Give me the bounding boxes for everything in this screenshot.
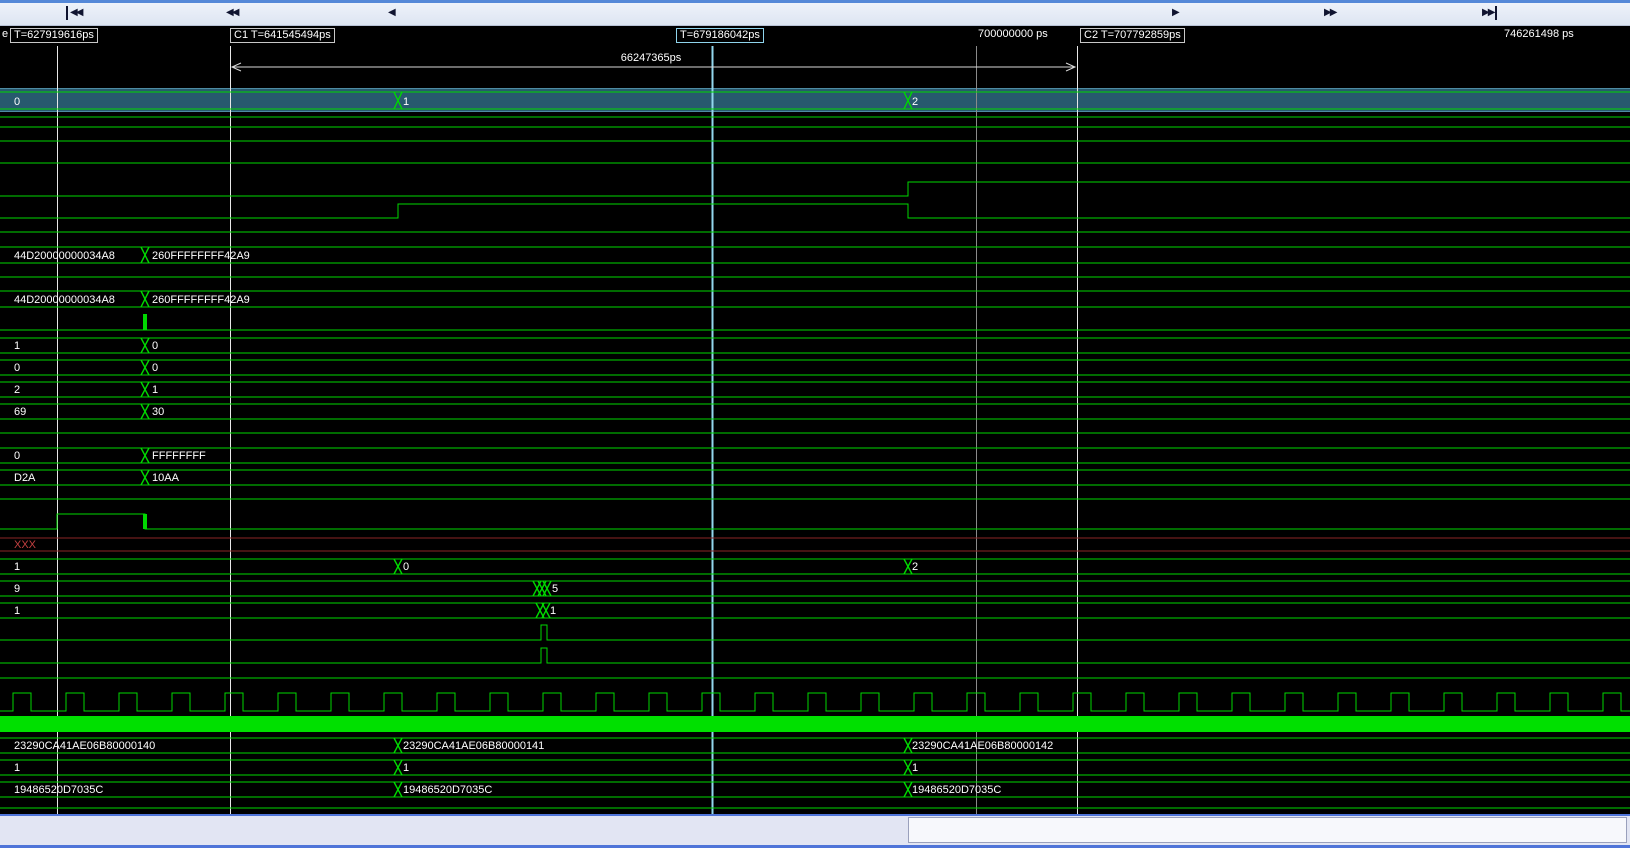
value-label: 1 bbox=[14, 561, 20, 573]
signal-row-31[interactable]: 19486520D7035C 19486520D7035C 19486520D703… bbox=[0, 782, 1630, 797]
signal-row-22[interactable]: 95 bbox=[0, 581, 1630, 596]
value-label: 19486520D7035C bbox=[912, 784, 1001, 796]
value-label: 1 bbox=[550, 605, 556, 617]
value-label: 260FFFFFFFF42A9 bbox=[152, 250, 250, 262]
value-label: 1 bbox=[403, 762, 409, 774]
value-label: FFFFFFFF bbox=[152, 450, 206, 462]
value-label: 23290CA41AE06B80000142 bbox=[912, 740, 1053, 752]
value-label: D2A bbox=[14, 472, 36, 484]
value-label: 0 bbox=[14, 362, 20, 374]
scrollbar-thumb[interactable] bbox=[908, 817, 1627, 843]
waveform-canvas[interactable]: 01244D20000000034A8260FFFFFFFF42A944D200… bbox=[0, 0, 1630, 848]
clipped-label: e bbox=[2, 28, 8, 41]
value-label: 0 bbox=[14, 96, 20, 108]
value-label: 2 bbox=[14, 384, 20, 396]
value-label: 2 bbox=[912, 561, 918, 573]
hex-bus-row-a[interactable]: 44D20000000034A8 260FFFFFFFF42A9 bbox=[0, 247, 1630, 263]
signal-row-29[interactable]: 23290CA41AE06B80000140 23290CA41AE06B8000… bbox=[0, 738, 1630, 753]
nav-fast-forward-icon[interactable]: ▶▶ bbox=[1322, 6, 1337, 20]
value-label: 1 bbox=[14, 605, 20, 617]
value-label: 5 bbox=[552, 583, 558, 595]
unknown-value-row[interactable]: XXX bbox=[0, 538, 1630, 551]
nav-fast-rewind-icon[interactable]: ◀◀ bbox=[224, 6, 239, 20]
signal-row-21[interactable]: 1 0 2 bbox=[0, 559, 1630, 574]
cursor-flag-c2[interactable]: C2 T=707792859ps bbox=[1080, 28, 1185, 43]
waveform-viewer-window: ◀◀ ◀◀ ◀ ▶ ▶▶ ▶▶ e T=627919616ps C1 T=641… bbox=[0, 0, 1630, 848]
signal-row-14[interactable]: 69 30 bbox=[0, 404, 1630, 419]
clock-row[interactable] bbox=[0, 693, 1630, 711]
hex-bus-row-b[interactable]: 44D20000000034A8 260FFFFFFFF42A9 bbox=[0, 291, 1630, 307]
signal-row-13[interactable]: 21 bbox=[0, 382, 1630, 397]
pulse-with-tick-row[interactable] bbox=[0, 514, 1630, 529]
cursor-flag-current[interactable]: T=679186042ps bbox=[676, 28, 764, 43]
nav-skip-end-icon[interactable]: ▶▶ bbox=[1480, 6, 1497, 20]
nav-step-forward-icon[interactable]: ▶ bbox=[1170, 6, 1180, 20]
event-row[interactable] bbox=[0, 314, 1630, 330]
measure-arrow bbox=[232, 63, 1075, 71]
timeline[interactable]: e T=627919616ps C1 T=641545494ps T=67918… bbox=[0, 26, 1630, 46]
value-label: 19486520D7035C bbox=[14, 784, 103, 796]
scalar-pulse-row[interactable] bbox=[0, 204, 1630, 218]
value-label: 30 bbox=[152, 406, 164, 418]
signal-row-30[interactable]: 1 1 1 bbox=[0, 760, 1630, 775]
cursor-flag-baseline[interactable]: T=627919616ps bbox=[10, 28, 98, 43]
value-label: 0 bbox=[403, 561, 409, 573]
value-label: 23290CA41AE06B80000140 bbox=[14, 740, 155, 752]
value-label: 9 bbox=[14, 583, 20, 595]
signal-row-12[interactable]: 00 bbox=[0, 360, 1630, 375]
value-label: XXX bbox=[14, 539, 37, 551]
scalar-step-up-row[interactable] bbox=[0, 182, 1630, 196]
value-label: 1 bbox=[403, 96, 409, 108]
narrow-pulse-row-b[interactable] bbox=[0, 648, 1630, 663]
bus-row-flat[interactable] bbox=[0, 117, 1630, 127]
time-tick-label: 700000000 ps bbox=[978, 28, 1048, 41]
nav-skip-start-icon[interactable]: ◀◀ bbox=[66, 6, 83, 20]
value-label: 0 bbox=[152, 340, 158, 352]
value-label: 44D20000000034A8 bbox=[14, 294, 115, 306]
time-tick-end-label: 746261498 ps bbox=[1504, 28, 1574, 41]
value-label: 44D20000000034A8 bbox=[14, 250, 115, 262]
value-label: 69 bbox=[14, 406, 26, 418]
value-label: 260FFFFFFFF42A9 bbox=[152, 294, 250, 306]
signal-row-16[interactable]: 0 FFFFFFFF bbox=[0, 448, 1630, 463]
value-label: 0 bbox=[152, 362, 158, 374]
nav-step-back-icon[interactable]: ◀ bbox=[386, 6, 396, 20]
value-label: 0 bbox=[14, 450, 20, 462]
toolbar: ◀◀ ◀◀ ◀ ▶ ▶▶ ▶▶ bbox=[0, 3, 1630, 26]
value-label: 1 bbox=[152, 384, 158, 396]
value-label: 19486520D7035C bbox=[403, 784, 492, 796]
signal-row-17[interactable]: D2A 10AA bbox=[0, 470, 1630, 485]
horizontal-scrollbar[interactable] bbox=[0, 814, 1630, 848]
value-label: 1 bbox=[912, 762, 918, 774]
value-label: 1 bbox=[14, 340, 20, 352]
narrow-pulse-row-a[interactable] bbox=[0, 625, 1630, 640]
signal-row-23[interactable]: 11 bbox=[0, 603, 1630, 618]
cursor-flag-c1[interactable]: C1 T=641545494ps bbox=[230, 28, 335, 43]
signal-row-11[interactable]: 10 bbox=[0, 338, 1630, 353]
value-label: 10AA bbox=[152, 472, 180, 484]
measure-span-label: 66247365ps bbox=[596, 52, 706, 64]
fast-clock-row[interactable] bbox=[0, 716, 1630, 732]
value-label: 1 bbox=[14, 762, 20, 774]
value-label: 23290CA41AE06B80000141 bbox=[403, 740, 544, 752]
value-label: 2 bbox=[912, 96, 918, 108]
